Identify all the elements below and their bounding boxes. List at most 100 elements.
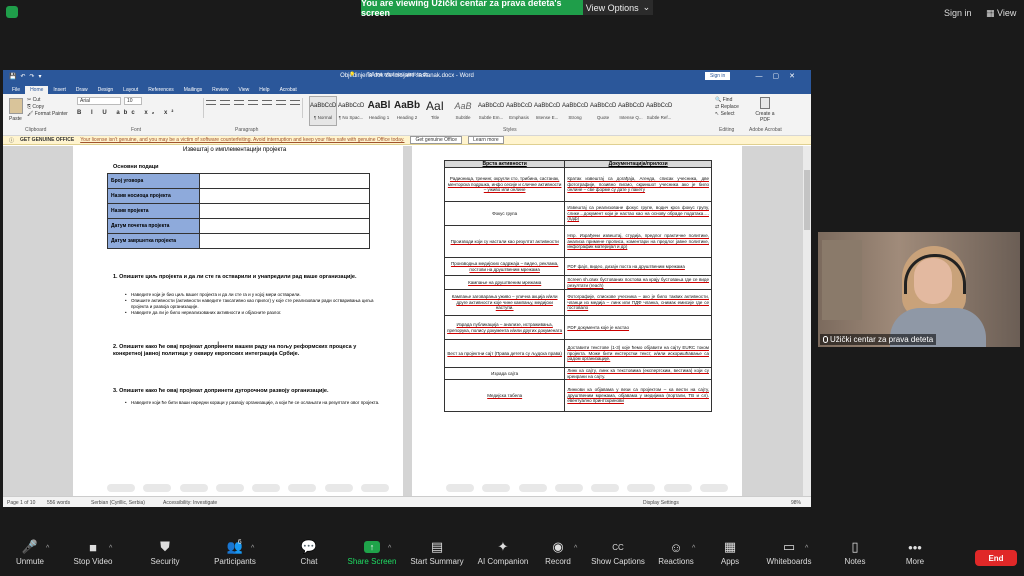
caret-up-icon[interactable]: ^: [109, 545, 112, 552]
tab-references[interactable]: References: [143, 86, 179, 94]
caret-up-icon[interactable]: ^: [46, 545, 49, 552]
cut-button[interactable]: ✂ Cut: [27, 97, 68, 104]
style-item[interactable]: AaBbCcDc Subtle Ref...: [645, 96, 673, 126]
toolbar-label: Record: [545, 557, 571, 566]
tab-view[interactable]: View: [234, 86, 255, 94]
window-controls[interactable]: —▢✕: [756, 72, 805, 80]
unmute-icon: 🎤: [21, 539, 39, 554]
language[interactable]: Serbian (Cyrillic, Serbia): [91, 500, 145, 506]
start-summary-button[interactable]: ▤ Start Summary: [402, 537, 472, 566]
style-preview: AaBbC: [394, 100, 420, 111]
learn-more-button[interactable]: Learn more: [468, 136, 504, 144]
question-3-bullets: Наведите који ће бити ваши наредни корац…: [125, 400, 383, 406]
unmute-button[interactable]: 🎤 Unmute: [0, 537, 65, 566]
tab-help[interactable]: Help: [254, 86, 274, 94]
tab-draw[interactable]: Draw: [71, 86, 93, 94]
bullet-item: Опишите активности (активности наведите …: [125, 298, 383, 310]
tab-review[interactable]: Review: [207, 86, 233, 94]
find-button[interactable]: 🔍 Find: [715, 97, 739, 104]
report-heading: Извештај о имплементацији пројекта: [183, 147, 287, 153]
style-item[interactable]: AaBl Heading 1: [365, 96, 393, 126]
stop-video-button[interactable]: ■ Stop Video: [58, 537, 128, 567]
style-item[interactable]: AaBbCcDc Intense E...: [533, 96, 561, 126]
caret-up-icon[interactable]: ^: [251, 545, 254, 552]
word-sign-in-button[interactable]: Sign in: [705, 72, 731, 80]
share-screen-button[interactable]: ↑ Share Screen: [337, 537, 407, 566]
select-button[interactable]: ↖ Select: [715, 111, 739, 118]
tab-layout[interactable]: Layout: [118, 86, 143, 94]
create-pdf-button[interactable]: Create a PDF: [753, 97, 777, 123]
row-value-cell[interactable]: [199, 203, 370, 219]
font-name-select[interactable]: Arial: [77, 97, 121, 105]
format-painter-button[interactable]: 🖌 Format Painter: [27, 111, 68, 118]
scrollbar-thumb[interactable]: [804, 170, 810, 230]
row-value-cell[interactable]: [199, 173, 370, 189]
style-name: Subtle Ref...: [646, 115, 672, 120]
style-item[interactable]: AaBbCcDc ¶ Normal: [309, 96, 337, 126]
notice-text[interactable]: Your license isn't genuine, and you may …: [80, 137, 404, 143]
security-button[interactable]: ⛊ Security: [130, 537, 200, 566]
style-item[interactable]: AaBbCcDc Subtle Em...: [477, 96, 505, 126]
tab-home[interactable]: Home: [25, 86, 49, 94]
caret-up-icon[interactable]: ^: [388, 545, 391, 552]
tell-me-search[interactable]: 💡 Tell me what you want to do: [339, 71, 438, 79]
row-value-cell[interactable]: [199, 188, 370, 204]
whiteboards-button[interactable]: ▭ Whiteboards: [754, 537, 824, 566]
paragraph-group-label: Paragraph: [235, 127, 259, 133]
paste-label[interactable]: Paste: [9, 116, 22, 122]
document-page-1[interactable]: Извештај о имплементацији пројекта Основ…: [73, 146, 403, 496]
tab-insert[interactable]: Insert: [48, 86, 71, 94]
style-item[interactable]: AaBbCcDc ¶ No Spac...: [337, 96, 365, 126]
replace-button[interactable]: ⇄ Replace: [715, 104, 739, 111]
style-item[interactable]: AaB Subtitle: [449, 96, 477, 126]
participant-video[interactable]: Užički centar za prava deteta: [818, 232, 1020, 347]
caret-up-icon[interactable]: ^: [574, 545, 577, 552]
style-name: Strong: [568, 115, 582, 120]
style-item[interactable]: AaBbC Heading 2: [393, 96, 421, 126]
style-item[interactable]: AaBbCcDc Quote: [589, 96, 617, 126]
ai-companion-icon: ✦: [497, 539, 509, 554]
format-buttons[interactable]: B I U abc x₂ x²: [77, 110, 177, 116]
accessibility-status[interactable]: Accessibility: Investigate: [163, 500, 217, 506]
vertical-scrollbar[interactable]: [803, 146, 811, 496]
style-item[interactable]: AaBbCcDc Intense Q...: [617, 96, 645, 126]
row-label: Број уговора: [107, 173, 200, 189]
zoom-shield-icon[interactable]: [6, 6, 18, 18]
style-item[interactable]: AaI Title: [421, 96, 449, 126]
participants-button[interactable]: 👥 6 Participants: [200, 537, 270, 566]
font-size-select[interactable]: 10: [124, 97, 142, 105]
style-preview: AaBbCcDc: [506, 103, 532, 109]
caret-up-icon[interactable]: ^: [805, 545, 808, 552]
tab-mailings[interactable]: Mailings: [179, 86, 207, 94]
row-value-cell[interactable]: [199, 233, 370, 249]
style-item[interactable]: AaBbCcDc Strong: [561, 96, 589, 126]
tab-acrobat[interactable]: Acrobat: [275, 86, 302, 94]
view-options-button[interactable]: View Options ⌄: [583, 0, 653, 15]
zoom-sign-in-button[interactable]: Sign in: [944, 8, 972, 18]
get-genuine-button[interactable]: Get genuine Office: [410, 136, 463, 144]
word-count[interactable]: 556 words: [47, 500, 70, 506]
document-page-2[interactable]: Врста активности Документација/прилози Рад…: [412, 146, 742, 496]
tab-design[interactable]: Design: [93, 86, 119, 94]
paragraph-controls[interactable]: [203, 98, 303, 118]
style-name: Heading 1: [368, 115, 390, 120]
documentation-cell: Доставити текстове (1-3) које ћемо објав…: [564, 339, 712, 368]
chat-button[interactable]: 💬 Chat: [274, 537, 344, 566]
style-item[interactable]: AaBbCcDc Emphasis: [505, 96, 533, 126]
copy-button[interactable]: ⎘ Copy: [27, 104, 68, 111]
toolbar-label: Notes: [844, 557, 866, 566]
toolbar-label: Security: [150, 557, 180, 566]
display-settings[interactable]: Display Settings: [643, 500, 679, 506]
tab-file[interactable]: File: [7, 86, 25, 94]
participant-count: 6: [237, 539, 242, 546]
paste-icon[interactable]: [9, 98, 23, 114]
style-name: Title: [430, 115, 440, 120]
view-layout-button[interactable]: ▦ View: [986, 8, 1016, 19]
zoom-level[interactable]: 98%: [791, 500, 801, 506]
text-cursor-icon: I: [217, 340, 220, 350]
row-label: Назив пројекта: [107, 203, 200, 219]
end-meeting-button[interactable]: End: [975, 550, 1017, 566]
more-button[interactable]: ••• More: [880, 537, 950, 567]
page-count[interactable]: Page 1 of 10: [7, 500, 35, 506]
row-value-cell[interactable]: [199, 218, 370, 234]
